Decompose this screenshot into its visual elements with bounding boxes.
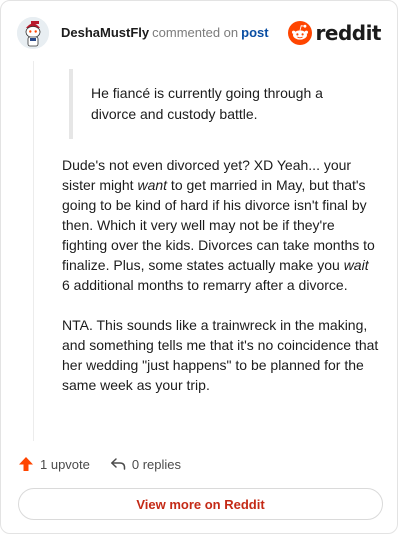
commented-on-text: commented on: [152, 25, 239, 40]
comment-actions: 1 upvote 0 replies: [18, 453, 181, 475]
comment-meta: DeshaMustFly commented on post: [61, 25, 269, 41]
comment-paragraph-1: Dude's not even divorced yet? XD Yeah...…: [62, 155, 380, 295]
reddit-logo[interactable]: reddit: [287, 21, 382, 45]
comment-body: Dude's not even divorced yet? XD Yeah...…: [62, 155, 380, 415]
comment-paragraph-2: NTA. This sounds like a trainwreck in th…: [62, 317, 379, 393]
post-link[interactable]: post: [241, 25, 268, 40]
reddit-wordmark: reddit: [315, 21, 382, 45]
upvote-count: 1 upvote: [40, 456, 90, 472]
user-avatar[interactable]: [17, 17, 49, 49]
emphasis-text: wait: [343, 257, 369, 273]
quoted-text: He fiancé is currently going through a d…: [91, 85, 323, 122]
author-name[interactable]: DeshaMustFly: [61, 25, 149, 40]
emphasis-text: want: [137, 177, 168, 193]
upvote-button[interactable]: 1 upvote: [18, 456, 90, 472]
quoted-text-block: He fiancé is currently going through a d…: [69, 69, 369, 139]
replies-count: 0 replies: [131, 456, 182, 472]
embedded-comment-card: DeshaMustFly commented on post reddit He f…: [0, 0, 398, 534]
snoo-avatar-icon: [17, 17, 49, 49]
thread-line: [33, 61, 34, 441]
replies-button[interactable]: 0 replies: [110, 456, 181, 472]
reddit-snoo-icon: [287, 21, 312, 45]
upvote-arrow-icon: [19, 457, 33, 471]
view-more-on-reddit-button[interactable]: View more on Reddit: [18, 488, 383, 520]
comment-header: DeshaMustFly commented on post reddit: [17, 15, 382, 51]
paragraph-text: 6 additional months to remarry after a d…: [62, 277, 348, 293]
reply-arrow-icon: [110, 458, 126, 470]
